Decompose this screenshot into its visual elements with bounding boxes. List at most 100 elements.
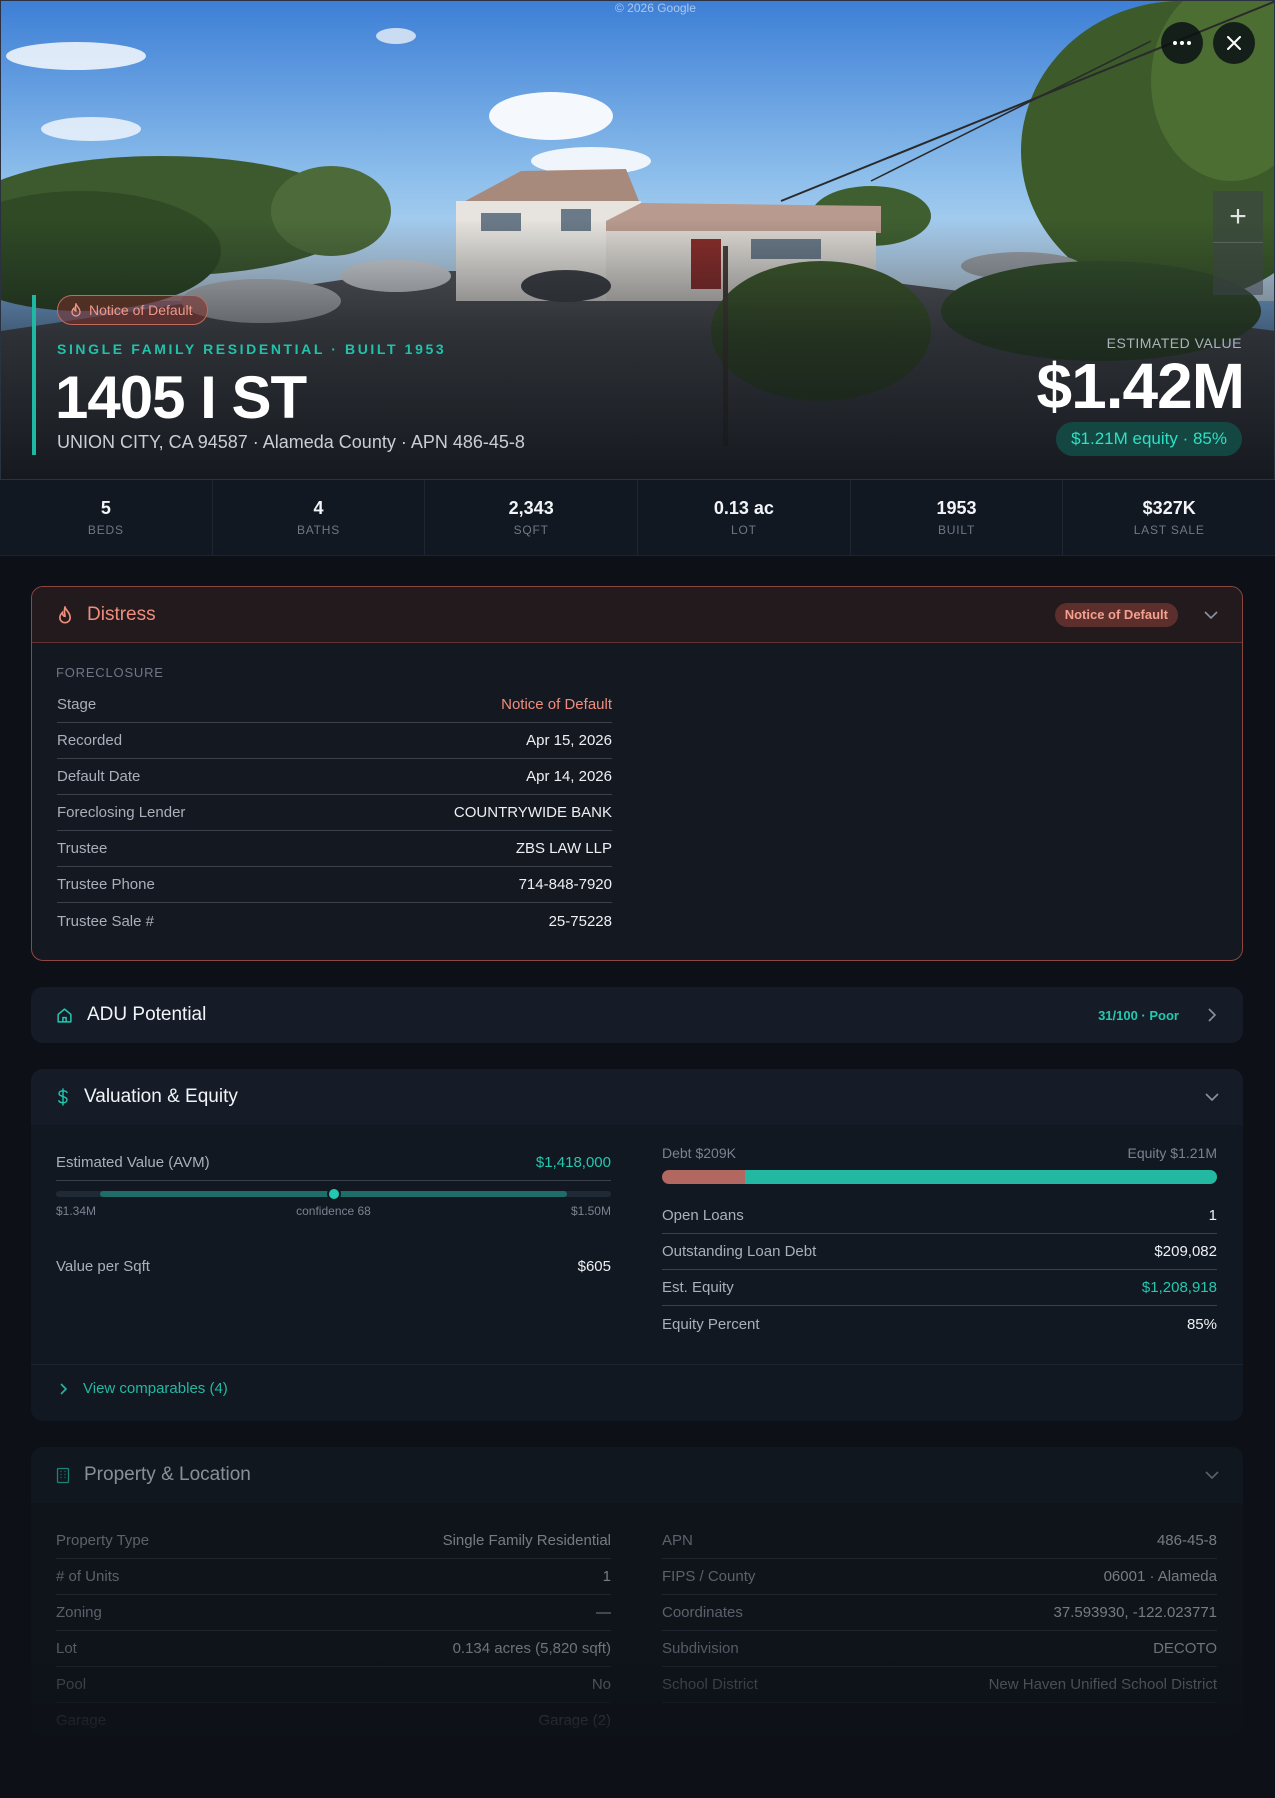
chevron-down-icon[interactable]	[1205, 1468, 1219, 1482]
property-type-line: SINGLE FAMILY RESIDENTIAL · BUILT 1953	[57, 341, 447, 357]
street-view-hero[interactable]: © 2026 Google + Notice of Default SINGLE…	[0, 0, 1275, 480]
view-comparables-link[interactable]: View comparables (4)	[60, 1380, 228, 1397]
building-icon	[56, 1467, 70, 1483]
close-button[interactable]	[1213, 22, 1255, 64]
property-sub-address: UNION CITY, CA 94587 · Alameda County · …	[57, 432, 525, 452]
detail-value: $209,082	[1154, 1243, 1217, 1260]
avm-row: Estimated Value (AVM) $1,418,000	[56, 1145, 611, 1181]
detail-row: FIPS / County 06001 · Alameda	[662, 1559, 1217, 1595]
detail-row: APN 486-45-8	[662, 1523, 1217, 1559]
detail-value: 0.134 acres (5,820 sqft)	[452, 1640, 611, 1657]
detail-row: Est. Equity $1,208,918	[662, 1270, 1217, 1306]
avm-label: Estimated Value (AVM)	[56, 1154, 210, 1171]
detail-key: Open Loans	[662, 1207, 744, 1224]
estimated-value: $1.42M	[1036, 350, 1245, 422]
detail-row: Open Loans 1	[662, 1198, 1217, 1234]
avm-value: $1,418,000	[535, 1154, 611, 1171]
detail-value: 1	[1208, 1207, 1217, 1224]
stats-bar: 5 BEDS 4 BATHS 2,343 SQFT 0.13 ac LOT 19…	[0, 480, 1275, 556]
equity-details: Open Loans 1 Outstanding Loan Debt $209,08…	[662, 1198, 1217, 1342]
flame-icon	[59, 605, 71, 623]
stat-label: BEDS	[87, 523, 124, 537]
property-details-right: APN 486-45-8 FIPS / County 06001 · Alameda…	[662, 1523, 1217, 1703]
detail-value: —	[596, 1604, 611, 1621]
detail-key: Equity Percent	[662, 1315, 760, 1333]
stat-value: 5	[100, 498, 111, 518]
adu-potential-card[interactable]: ADU Potential 31/100 · Poor	[31, 987, 1243, 1043]
chevron-right-icon[interactable]	[1205, 1008, 1219, 1022]
detail-key: Trustee	[57, 840, 108, 857]
detail-value: DECOTO	[1153, 1640, 1217, 1657]
detail-key: Est. Equity	[662, 1279, 734, 1296]
more-options-button[interactable]	[1161, 22, 1203, 64]
range-marker	[326, 1187, 341, 1201]
property-card-header[interactable]: Property & Location	[31, 1447, 1243, 1503]
detail-key: Trustee Sale #	[57, 912, 154, 930]
detail-row: Trustee Phone 714-848-7920	[57, 867, 612, 903]
home-icon	[57, 1007, 72, 1023]
detail-key: Stage	[57, 696, 97, 713]
detail-key: Pool	[56, 1676, 87, 1693]
detail-value: Apr 14, 2026	[526, 768, 612, 785]
equity-segment	[745, 1170, 1217, 1184]
hero-accent-bar	[32, 295, 36, 455]
zoom-in-button[interactable]: +	[1213, 191, 1263, 243]
stat-lot: 0.13 ac LOT	[638, 480, 851, 555]
chevron-down-icon[interactable]	[1205, 1090, 1219, 1104]
value-per-sqft-label: Value per Sqft	[56, 1257, 150, 1275]
detail-key: Garage	[56, 1712, 107, 1729]
chevron-down-icon[interactable]	[1204, 608, 1218, 622]
detail-row: Stage Notice of Default	[57, 687, 612, 723]
adu-card-header[interactable]: ADU Potential 31/100 · Poor	[31, 987, 1243, 1043]
detail-row: Outstanding Loan Debt $209,082	[662, 1234, 1217, 1270]
stat-label: SQFT	[513, 523, 549, 537]
stat-sqft: 2,343 SQFT	[425, 480, 639, 555]
detail-value: Notice of Default	[501, 696, 612, 713]
detail-key: Lot	[56, 1640, 77, 1657]
flame-icon	[71, 303, 81, 317]
debt-segment	[662, 1170, 746, 1184]
stat-value: 1953	[936, 498, 977, 518]
foreclosure-details: Stage Notice of Default Recorded Apr 15, 2…	[57, 687, 612, 939]
detail-value: 25-75228	[548, 912, 612, 930]
stat-value: $327K	[1142, 498, 1196, 518]
value-per-sqft-row: Value per Sqft $605	[56, 1248, 611, 1284]
stat-label: BUILT	[937, 523, 976, 537]
detail-value: Single Family Residential	[442, 1532, 611, 1549]
detail-row: Coordinates 37.593930, -122.023771	[662, 1595, 1217, 1631]
stat-value: 2,343	[508, 498, 554, 518]
valuation-equity-card: Valuation & Equity Estimated Value (AVM)…	[31, 1069, 1243, 1421]
range-track	[56, 1187, 611, 1201]
distress-badge: Notice of Default	[1054, 602, 1178, 627]
detail-key: Property Type	[56, 1532, 150, 1549]
stat-baths: 4 BATHS	[213, 480, 426, 555]
avm-row-wrap: Estimated Value (AVM) $1,418,000	[56, 1145, 611, 1181]
range-high: $1.50M	[570, 1204, 611, 1218]
stat-label: LOT	[730, 523, 757, 537]
detail-key: Default Date	[57, 768, 141, 785]
stat-value: 0.13 ac	[713, 498, 774, 518]
value-per-sqft-wrap: Value per Sqft $605	[56, 1248, 611, 1284]
dollar-icon	[58, 1088, 68, 1106]
distress-tag-label: Notice of Default	[89, 302, 193, 318]
equity-pill: $1.21M equity · 85%	[1056, 422, 1242, 456]
property-details-left: Property Type Single Family Residential #…	[56, 1523, 611, 1737]
distress-card-header[interactable]: Distress Notice of Default	[32, 587, 1242, 643]
zoom-control: +	[1213, 191, 1263, 295]
detail-value: Apr 15, 2026	[526, 732, 612, 749]
detail-row: Recorded Apr 15, 2026	[57, 723, 612, 759]
adu-score: 31/100 · Poor	[1098, 1007, 1179, 1023]
detail-row: Subdivision DECOTO	[662, 1631, 1217, 1667]
detail-row: Trustee Sale # 25-75228	[57, 903, 612, 939]
detail-value: $1,208,918	[1141, 1279, 1217, 1296]
detail-row: # of Units 1	[56, 1559, 611, 1595]
equity-label: Equity $1.21M	[1127, 1145, 1218, 1161]
chevron-right-icon	[60, 1382, 67, 1395]
detail-value: ZBS LAW LLP	[515, 840, 612, 857]
valuation-card-header[interactable]: Valuation & Equity	[31, 1069, 1243, 1125]
detail-key: # of Units	[56, 1568, 120, 1585]
stat-beds: 5 BEDS	[0, 480, 213, 555]
detail-value: 714-848-7920	[518, 876, 612, 893]
detail-key: Recorded	[57, 732, 123, 749]
detail-row: Property Type Single Family Residential	[56, 1523, 611, 1559]
